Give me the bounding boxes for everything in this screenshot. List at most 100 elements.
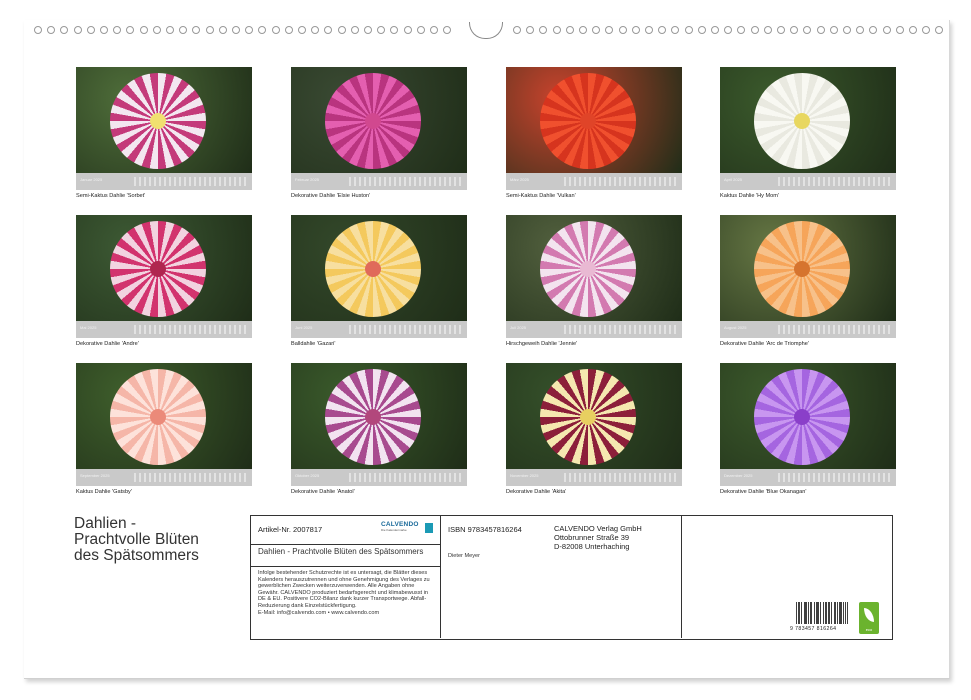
day-grid — [778, 325, 892, 334]
month-name: Mai 2025 — [80, 325, 97, 330]
calendar-day-strip: Oktober 2025 — [291, 469, 467, 486]
month-name: Februar 2025 — [295, 177, 320, 182]
dahlia-photo — [720, 363, 896, 469]
binding-ring — [298, 26, 306, 34]
dahlia-photo — [291, 215, 467, 321]
binding-ring — [60, 26, 69, 34]
photo-caption: Hirschgeweih Dahlie 'Jennie' — [506, 341, 578, 347]
day-grid — [564, 177, 678, 186]
photo-caption: Dekorative Dahlie 'Andre' — [76, 341, 139, 347]
flower-center — [365, 113, 381, 129]
flower-center — [150, 409, 166, 425]
binding-ring — [443, 26, 452, 34]
photo-caption: Dekorative Dahlie 'Akita' — [506, 489, 567, 495]
calendar-day-strip: November 2025 — [506, 469, 682, 486]
binding-ring — [763, 26, 772, 34]
month-name: April 2025 — [724, 177, 743, 182]
dahlia-photo — [720, 215, 896, 321]
day-grid — [778, 473, 892, 482]
binding-ring — [565, 26, 574, 34]
divider — [251, 566, 440, 567]
binding-ring — [311, 26, 320, 34]
dahlia-photo — [291, 363, 467, 469]
legal-notice: Infolge bestehender Schutzrechte ist es … — [258, 570, 430, 616]
binding-ring — [684, 26, 693, 34]
calendar-day-strip: Dezember 2025 — [720, 469, 896, 486]
info-box: Artikel-Nr. 2007817 CALVENDO Die Kalende… — [250, 515, 893, 640]
binding-ring — [526, 26, 535, 34]
day-grid — [349, 473, 463, 482]
day-grid — [564, 473, 678, 482]
month-tile: April 2025 Kaktus Dahlie 'Hy Mom' — [720, 67, 896, 199]
eco-label: eco — [859, 602, 879, 634]
calendar-day-strip: September 2025 — [76, 469, 252, 486]
month-name: September 2025 — [80, 473, 110, 478]
month-name: Januar 2025 — [80, 177, 103, 182]
month-name: Juni 2025 — [295, 325, 313, 330]
publisher-address: CALVENDO Verlag GmbH Ottobrunner Straße … — [554, 524, 642, 551]
binding-ring — [697, 26, 706, 34]
month-name: November 2025 — [510, 473, 539, 478]
month-tile: August 2025 Dekorative Dahlie 'Arc de Tri… — [720, 215, 896, 347]
logo-mark-icon — [425, 523, 433, 533]
binding-ring — [579, 26, 587, 34]
month-name: August 2025 — [724, 325, 747, 330]
barcode: 9 783457 816264 — [790, 602, 848, 632]
info-column-article: Artikel-Nr. 2007817 CALVENDO Die Kalende… — [251, 516, 441, 638]
binding-ring — [403, 26, 412, 34]
binding-ring — [139, 26, 148, 34]
binding-ring — [843, 26, 851, 34]
flower-center — [365, 261, 381, 277]
binding-ring — [618, 26, 627, 34]
publisher-name: CALVENDO Verlag GmbH — [554, 524, 642, 533]
month-tile: Januar 2025 Semi-Kaktus Dahlie 'Sorbet' — [76, 67, 252, 199]
binding-ring — [829, 26, 838, 34]
photo-caption: Dekorative Dahlie 'Blue Okanagan' — [720, 489, 807, 495]
day-grid — [349, 177, 463, 186]
flower-center — [580, 261, 596, 277]
binding-ring — [724, 26, 733, 34]
calendar-day-strip: Juni 2025 — [291, 321, 467, 338]
month-tile: Dezember 2025 Dekorative Dahlie 'Blue Oka… — [720, 363, 896, 495]
binding-ring — [34, 26, 42, 34]
binding-ring — [245, 26, 254, 34]
binding-ring — [271, 26, 280, 34]
calendar-day-strip: August 2025 — [720, 321, 896, 338]
dahlia-photo — [506, 67, 682, 173]
calendar-title-info: Dahlien - Prachtvolle Blüten des Spätsom… — [258, 547, 424, 556]
binding-ring — [218, 26, 227, 34]
binding-ring — [364, 26, 372, 34]
month-tile: Februar 2025 Dekorative Dahlie 'Elsie Hus… — [291, 67, 467, 199]
binding-ring — [552, 26, 561, 34]
photo-caption: Balldahlie 'Gazari' — [291, 341, 336, 347]
day-grid — [778, 177, 892, 186]
binding-ring — [350, 26, 359, 34]
calendar-day-strip: Februar 2025 — [291, 173, 467, 190]
dahlia-photo — [76, 67, 252, 173]
dahlia-photo — [291, 67, 467, 173]
dahlia-photo — [720, 67, 896, 173]
binding-ring — [909, 26, 917, 34]
flower-center — [365, 409, 381, 425]
binding-ring — [377, 26, 386, 34]
flower-center — [580, 113, 596, 129]
barcode-number: 9 783457 816264 — [790, 626, 837, 632]
calendar-day-strip: März 2025 — [506, 173, 682, 190]
binding-ring — [605, 26, 614, 34]
calendar-day-strip: Januar 2025 — [76, 173, 252, 190]
binding-ring — [856, 26, 865, 34]
barcode-bars — [796, 602, 848, 624]
binding-ring — [166, 26, 174, 34]
binding-ring — [205, 26, 214, 34]
day-grid — [564, 325, 678, 334]
binding-ring — [935, 26, 944, 34]
binding-ring — [258, 26, 267, 34]
binding-ring — [100, 26, 108, 34]
binding-ring — [192, 26, 201, 34]
publisher-city: D-82008 Unterhaching — [554, 542, 630, 551]
binding-ring — [737, 26, 746, 34]
calvendo-logo: CALVENDO Die Kalendermarke — [381, 521, 435, 539]
month-tile: November 2025 Dekorative Dahlie 'Akita' — [506, 363, 682, 495]
binding-ring — [631, 26, 640, 34]
calendar-title: Dahlien - Prachtvolle Blüten des Spätsom… — [74, 515, 199, 564]
